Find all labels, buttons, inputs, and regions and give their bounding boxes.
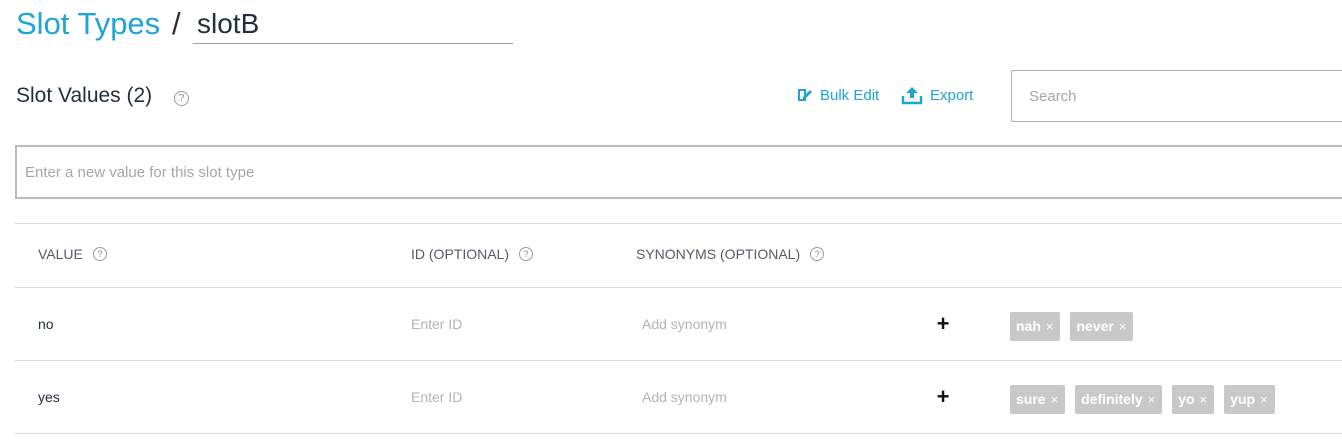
bulk-edit-button[interactable]: Bulk Edit [797,84,879,106]
synonym-chip-label: nah [1016,318,1041,334]
synonym-chip-label: definitely [1081,391,1143,407]
id-input[interactable] [411,314,611,334]
synonym-chip: sure × [1010,385,1066,414]
synonym-chip: yo × [1172,385,1215,414]
remove-synonym-button[interactable]: × [1119,312,1127,341]
synonym-chip-label: sure [1016,391,1046,407]
column-header-label: ID (OPTIONAL) [411,246,510,262]
add-synonym-input[interactable] [642,387,902,407]
section-title: Slot Values (2) [16,84,153,107]
add-synonym-input[interactable] [642,314,902,334]
synonym-chip: yup × [1224,385,1275,414]
synonym-chip: nah × [1010,312,1061,341]
table-row-divider [15,433,1342,434]
help-icon[interactable]: ? [810,247,825,261]
slot-value-text[interactable]: no [38,315,54,333]
table-top-divider [15,223,1342,224]
bulk-edit-icon [798,89,812,101]
upload-icon [901,87,923,105]
search-input[interactable] [1011,70,1342,122]
synonym-chip-label: yup [1230,391,1256,407]
breadcrumb-slot-types-link[interactable]: Slot Types [16,4,160,44]
synonym-chip: definitely × [1075,385,1163,414]
slot-type-name-input[interactable] [193,4,513,44]
export-button[interactable]: Export [901,84,973,106]
export-label: Export [930,86,974,104]
column-header-synonyms: SYNONYMS (OPTIONAL) ? [636,245,825,263]
column-header-value: VALUE ? [38,245,107,263]
help-icon[interactable]: ? [519,247,534,261]
table-row-divider [15,360,1342,361]
synonym-chip-list: sure × definitely × yo × yup × [1010,385,1275,414]
help-icon[interactable]: ? [92,247,107,261]
column-header-id: ID (OPTIONAL) ? [411,245,534,263]
synonym-chip-label: yo [1178,391,1195,407]
remove-synonym-button[interactable]: × [1260,385,1268,414]
remove-synonym-button[interactable]: × [1051,385,1059,414]
synonym-chip-label: never [1076,318,1114,334]
slot-value-text[interactable]: yes [38,388,60,406]
table-row-divider [15,287,1342,288]
bulk-edit-label: Bulk Edit [820,86,880,104]
add-synonym-button[interactable]: + [935,386,951,408]
remove-synonym-button[interactable]: × [1200,385,1208,414]
remove-synonym-button[interactable]: × [1046,312,1054,341]
column-header-label: VALUE [38,246,83,262]
new-slot-value-input[interactable] [15,145,1342,199]
synonym-chip: never × [1070,312,1134,341]
add-synonym-button[interactable]: + [935,313,951,335]
synonym-chip-list: nah × never × [1010,312,1134,341]
help-icon[interactable]: ? [174,91,189,106]
id-input[interactable] [411,387,611,407]
breadcrumb-separator: / [172,6,181,41]
remove-synonym-button[interactable]: × [1148,385,1156,414]
column-header-label: SYNONYMS (OPTIONAL) [636,246,801,262]
